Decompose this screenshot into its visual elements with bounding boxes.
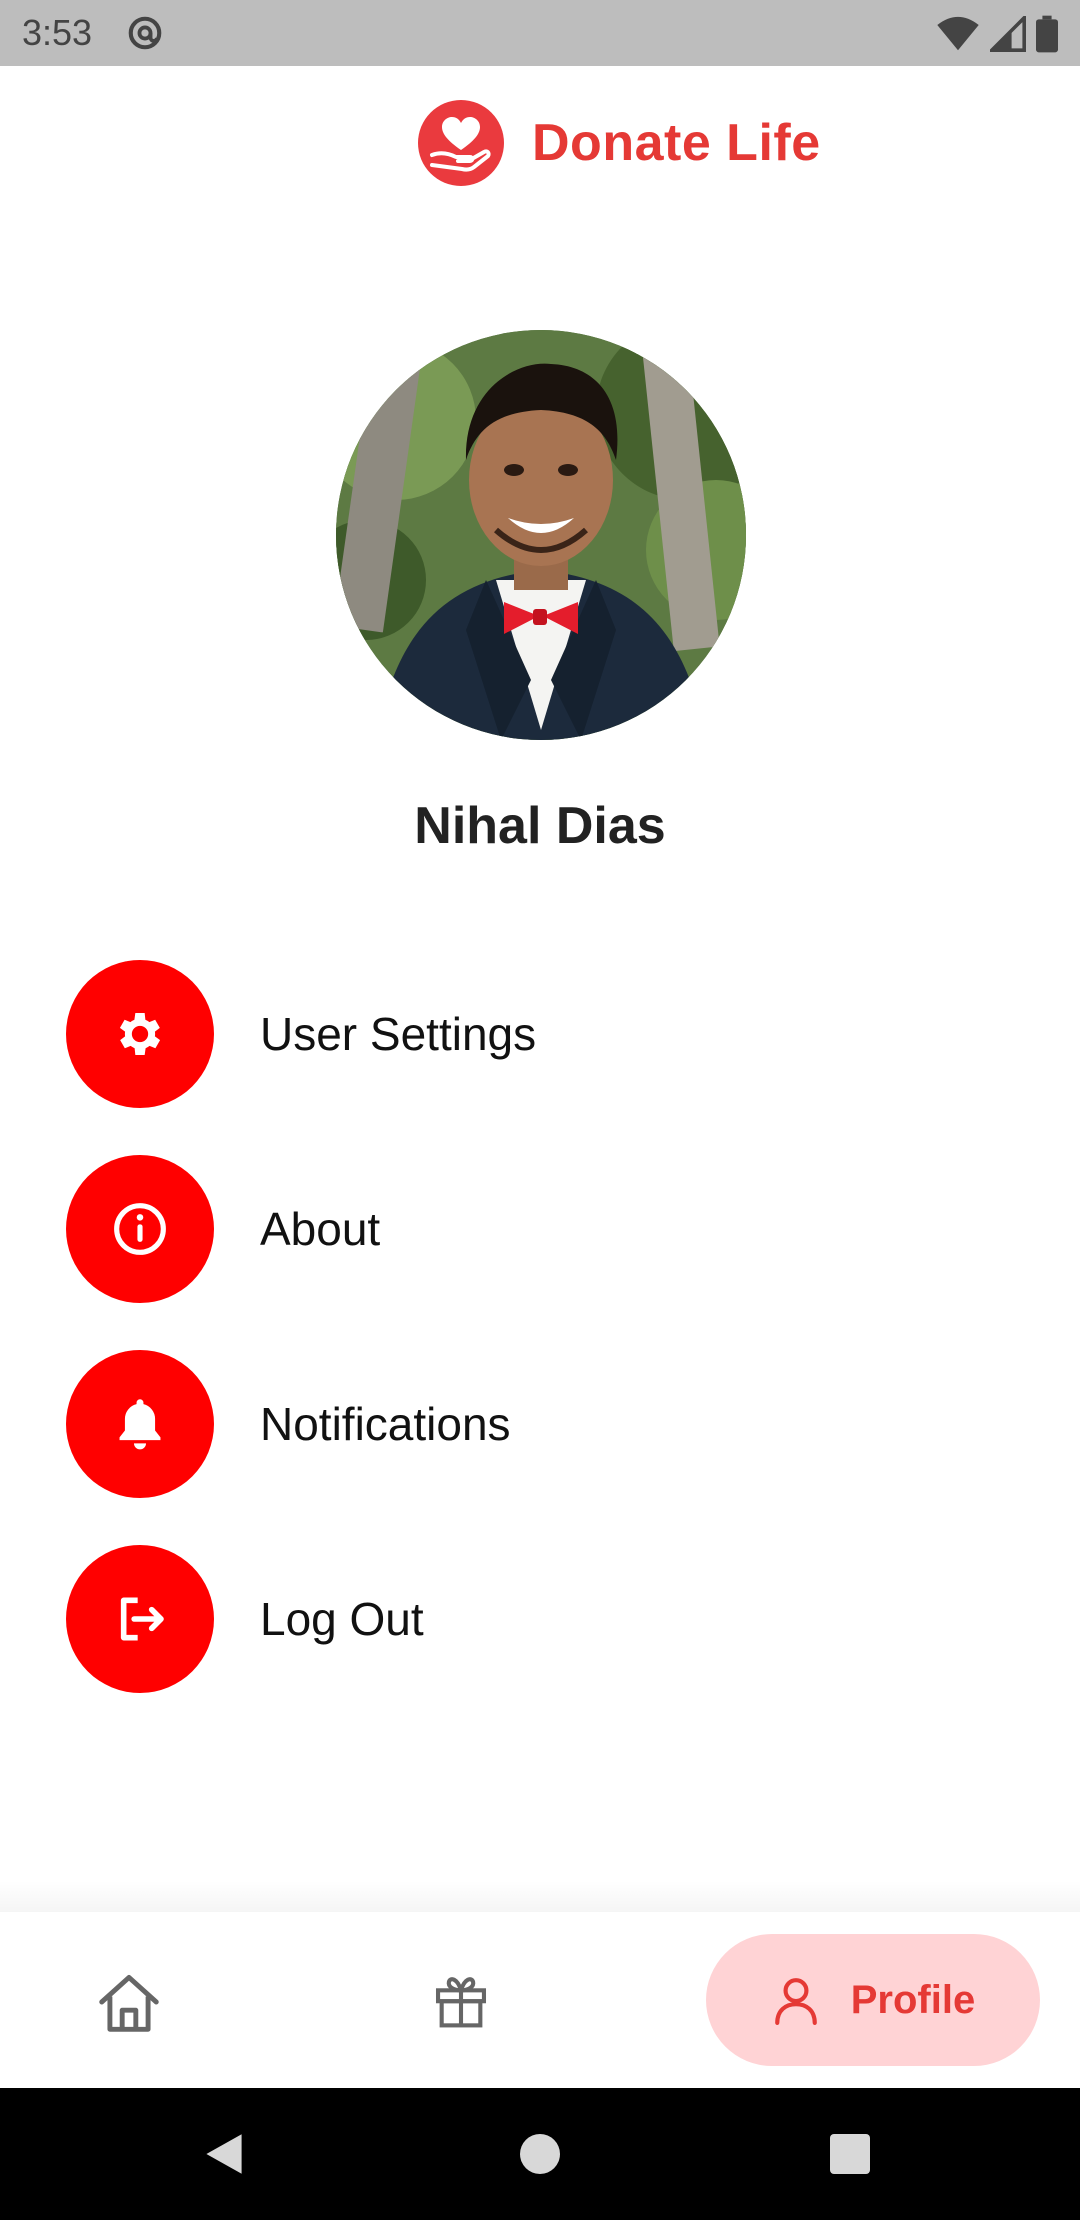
heart-hand-icon (418, 100, 504, 186)
menu-icon-circle (66, 1545, 214, 1693)
cell-signal-icon (990, 16, 1026, 52)
status-time: 3:53 (22, 12, 93, 53)
menu-icon-circle (66, 1350, 214, 1498)
menu-item-log-out[interactable]: Log Out (66, 1545, 966, 1693)
back-icon[interactable] (202, 2132, 246, 2176)
gift-icon[interactable] (432, 1970, 490, 2030)
nav-profile-label: Profile (850, 1977, 976, 2022)
nav-profile-tab[interactable]: Profile (706, 1934, 1040, 2066)
gear-icon (119, 1013, 161, 1055)
user-icon (774, 1978, 817, 2025)
recents-icon[interactable] (830, 2134, 870, 2174)
bottom-nav-shadow (0, 1880, 1080, 1912)
home-circle-icon[interactable] (520, 2134, 560, 2174)
menu-item-label: Log Out (260, 1593, 424, 1645)
app-header: Donate Life (0, 66, 1080, 226)
home-icon[interactable] (96, 1972, 162, 2032)
user-name: Nihal Dias (414, 797, 666, 855)
wifi-icon (937, 16, 979, 51)
avatar[interactable] (336, 330, 746, 740)
sync-icon (128, 16, 162, 50)
menu-item-label: User Settings (260, 1008, 537, 1060)
menu-icon-circle (66, 1155, 214, 1303)
info-icon (114, 1203, 166, 1255)
bottom-nav: Profile (0, 1912, 1080, 2088)
menu-item-label: About (260, 1203, 381, 1255)
brand: Donate Life (418, 100, 821, 186)
app-title: Donate Life (532, 114, 821, 172)
menu-item-label: Notifications (260, 1398, 511, 1450)
status-icons (936, 14, 1058, 54)
menu-icon-circle (66, 960, 214, 1108)
logout-icon (120, 1597, 164, 1641)
battery-icon (1036, 15, 1058, 53)
bell-icon (119, 1399, 161, 1450)
status-bar: 3:53 (0, 0, 1080, 66)
menu-item-user-settings[interactable]: User Settings (66, 960, 966, 1108)
menu-item-about[interactable]: About (66, 1155, 966, 1303)
system-nav-bar (0, 2088, 1080, 2220)
profile-screen: 3:53 Donate Life Nihal Dias User Setting… (0, 0, 1080, 2220)
menu-item-notifications[interactable]: Notifications (66, 1350, 966, 1498)
